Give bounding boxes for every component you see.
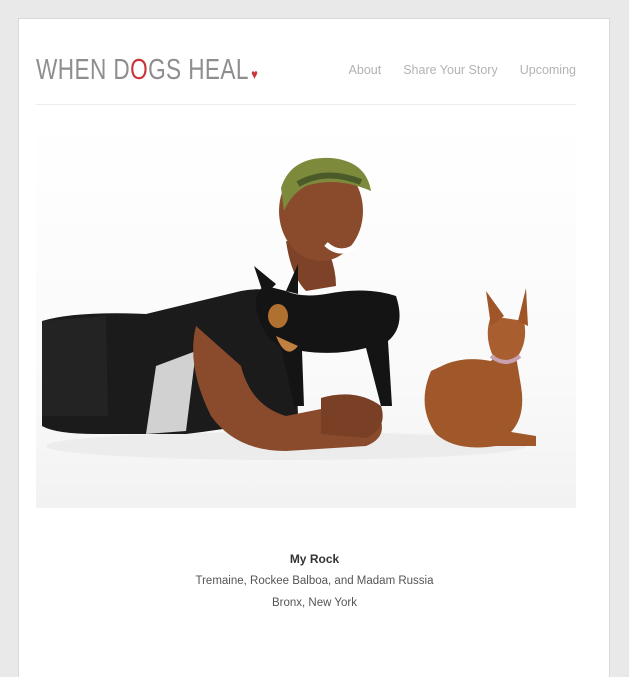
logo-ribbon-letter: O — [130, 53, 149, 86]
photo-caption: My Rock Tremaine, Rockee Balboa, and Mad… — [0, 548, 629, 614]
nav-link-about[interactable]: About — [349, 63, 382, 77]
site-header: WHEN D O GS HEAL ♥ About Share Your Story U… — [36, 46, 576, 94]
caption-names: Tremaine, Rockee Balboa, and Madam Russi… — [195, 575, 434, 587]
person-hands — [321, 394, 383, 438]
caption-location: Bronx, New York — [271, 597, 357, 609]
portrait-illustration — [42, 157, 536, 460]
brown-dog — [424, 352, 536, 448]
caption-title: My Rock — [289, 552, 340, 566]
logo-text-end: GS HEAL — [148, 53, 249, 86]
logo-text-start: WHEN D — [36, 53, 131, 86]
header-divider — [36, 104, 576, 105]
site-logo[interactable]: WHEN D O GS HEAL ♥ — [36, 54, 258, 87]
heart-icon: ♥ — [251, 65, 259, 82]
hero-photo — [36, 116, 576, 508]
black-dog-muzzle — [268, 304, 288, 328]
nav-link-upcoming[interactable]: Upcoming — [520, 63, 576, 77]
nav-link-share-your-story[interactable]: Share Your Story — [403, 63, 498, 77]
main-nav: About Share Your Story Upcoming — [349, 63, 576, 77]
person-legs — [42, 316, 108, 416]
